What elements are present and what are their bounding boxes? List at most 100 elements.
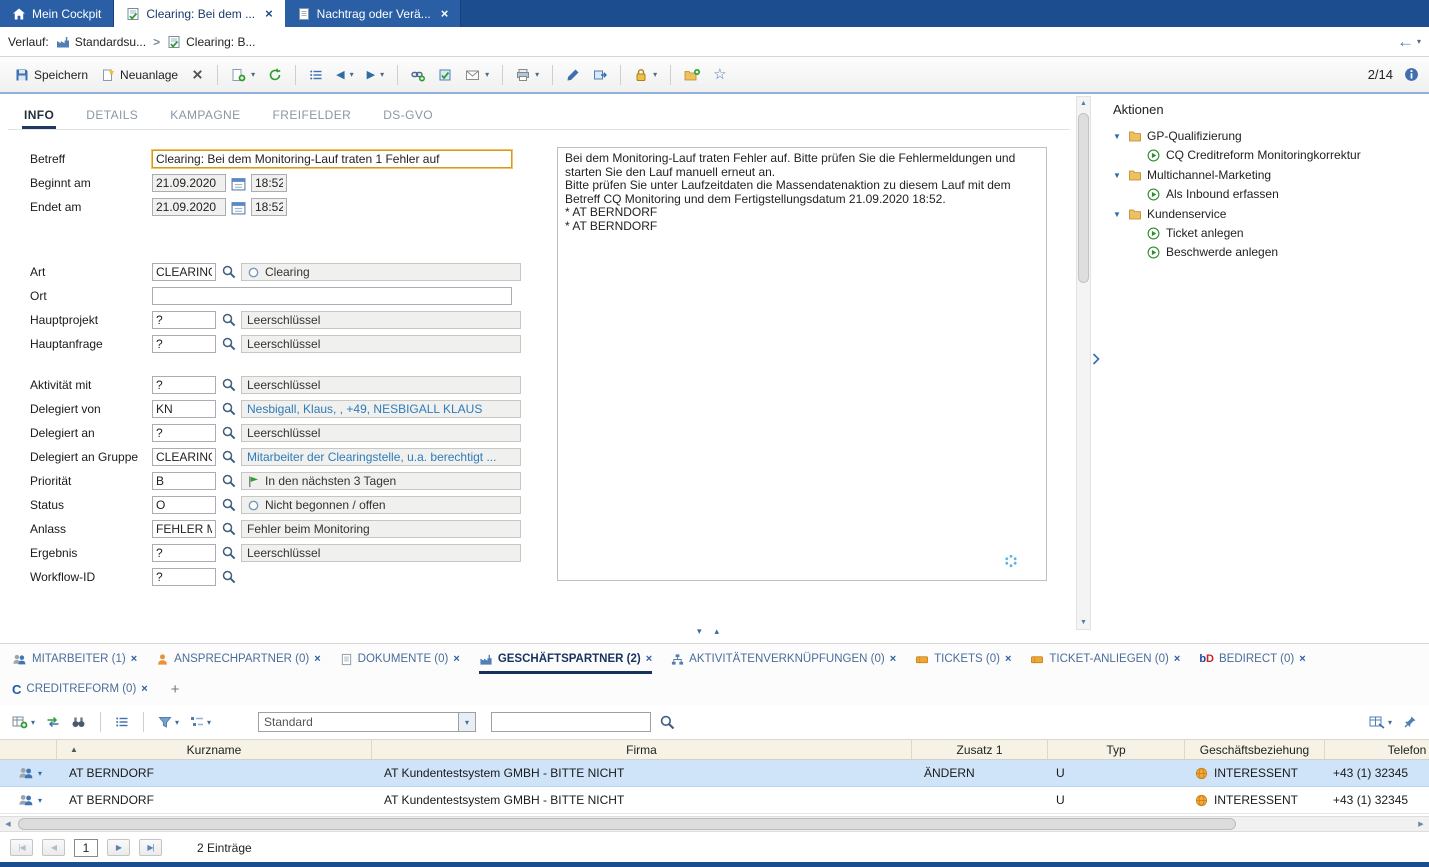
prev-page-button[interactable]: ◀	[42, 839, 65, 856]
grid-add-record-button[interactable]: ▾	[10, 713, 37, 731]
prioritaet-code-input[interactable]	[152, 472, 216, 490]
refresh-button[interactable]	[263, 65, 287, 85]
magnifier-icon[interactable]	[222, 546, 236, 560]
action-item-beschwerde-anlegen[interactable]: Beschwerde anlegen	[1147, 245, 1429, 259]
start-time-input[interactable]	[251, 174, 287, 192]
panel-expander[interactable]	[1092, 351, 1100, 366]
info-button[interactable]	[1404, 67, 1419, 82]
start-date-input[interactable]	[152, 174, 226, 192]
tab-details[interactable]: DETAILS	[84, 106, 140, 129]
page-number-input[interactable]: 1	[74, 839, 98, 857]
action-group-kundenservice[interactable]: ▼ Kundenservice	[1113, 207, 1429, 221]
tab-tickets[interactable]: TICKETS (0) ×	[915, 644, 1011, 674]
magnifier-icon[interactable]	[222, 313, 236, 327]
magnifier-icon[interactable]	[222, 378, 236, 392]
close-tab-icon[interactable]: ×	[131, 653, 137, 665]
select-dropdown-button[interactable]: ▾	[458, 713, 475, 731]
note-check-button[interactable]	[433, 65, 457, 85]
ort-input[interactable]	[152, 287, 512, 305]
row-type-cell[interactable]: ▾	[0, 787, 57, 813]
action-group-multichannel[interactable]: ▼ Multichannel-Marketing	[1113, 168, 1429, 182]
scroll-down-icon[interactable]: ▼	[1077, 619, 1090, 626]
collapse-up-icon[interactable]: ▴	[715, 626, 720, 637]
scrollbar-thumb[interactable]	[18, 818, 1236, 830]
grid-grouping-button[interactable]: ▾	[188, 713, 213, 731]
grid-assign-button[interactable]	[44, 713, 62, 731]
column-header-geschaeftsbeziehung[interactable]: Geschäftsbeziehung	[1185, 740, 1325, 759]
column-header-zusatz1[interactable]: Zusatz 1	[912, 740, 1048, 759]
action-item-ticket-anlegen[interactable]: Ticket anlegen	[1147, 226, 1429, 240]
hauptanfrage-code-input[interactable]	[152, 335, 216, 353]
tab-dokumente[interactable]: DOKUMENTE (0) ×	[340, 644, 460, 674]
tab-freifelder[interactable]: FREIFELDER	[271, 106, 354, 129]
close-tab-icon[interactable]: ×	[890, 653, 896, 665]
history-item-clearing[interactable]: Clearing: B...	[167, 35, 255, 49]
grid-export-button[interactable]: ▾	[1367, 713, 1394, 731]
close-tab-icon[interactable]: ×	[1005, 653, 1011, 665]
close-tab-icon[interactable]: ×	[646, 653, 652, 665]
list-view-button[interactable]	[304, 65, 328, 85]
magnifier-icon[interactable]	[222, 474, 236, 488]
magnifier-icon[interactable]	[222, 402, 236, 416]
calendar-icon[interactable]	[231, 200, 246, 215]
art-code-input[interactable]	[152, 263, 216, 281]
scroll-left-icon[interactable]: ◀	[0, 817, 16, 831]
anlass-code-input[interactable]	[152, 520, 216, 538]
previous-record-button[interactable]: ◀ ▾	[331, 65, 358, 84]
workflow-id-code-input[interactable]	[152, 568, 216, 586]
tab-kampagne[interactable]: KAMPAGNE	[168, 106, 242, 129]
betreff-input[interactable]	[152, 150, 512, 168]
magnifier-icon[interactable]	[222, 265, 236, 279]
table-row[interactable]: ▾ AT BERNDORF AT Kundentestsystem GMBH -…	[0, 787, 1429, 814]
add-link-button[interactable]	[406, 65, 430, 85]
tab-geschaeftspartner[interactable]: GESCHÄFTSPARTNER (2) ×	[479, 644, 652, 674]
column-header-firma[interactable]: Firma	[372, 740, 912, 759]
delegiert-an-code-input[interactable]	[152, 424, 216, 442]
grid-list-view-button[interactable]	[113, 713, 131, 731]
collapse-down-icon[interactable]: ▾	[697, 626, 702, 637]
email-button[interactable]: ▾	[460, 65, 494, 85]
export-button[interactable]	[588, 65, 612, 85]
grid-search-input[interactable]	[491, 712, 651, 732]
tab-dsgvo[interactable]: DS-GVO	[381, 106, 435, 129]
action-item-cq-creditreform[interactable]: CQ Creditreform Monitoringkorrektur	[1147, 148, 1429, 162]
add-record-button[interactable]: ▾	[226, 65, 260, 85]
last-page-button[interactable]: ▶|	[139, 839, 162, 856]
collapse-triangle-icon[interactable]: ▼	[1113, 132, 1123, 141]
window-tab-nachtrag[interactable]: Nachtrag oder Verä... ×	[285, 0, 462, 27]
collapse-triangle-icon[interactable]: ▼	[1113, 171, 1123, 180]
delegiert-an-gruppe-code-input[interactable]	[152, 448, 216, 466]
sign-button[interactable]	[561, 65, 585, 85]
tab-aktivitaetenverknuepfungen[interactable]: AKTIVITÄTENVERKNÜPFUNGEN (0) ×	[671, 644, 896, 674]
action-item-als-inbound[interactable]: Als Inbound erfassen	[1147, 187, 1429, 201]
tab-ticket-anliegen[interactable]: TICKET-ANLIEGEN (0) ×	[1030, 644, 1180, 674]
scrollbar-thumb[interactable]	[1078, 113, 1089, 283]
close-tab-icon[interactable]: ×	[141, 683, 147, 695]
grid-filter-button[interactable]: ▾	[156, 713, 181, 731]
delegiert-an-gruppe-link[interactable]: Mitarbeiter der Clearingstelle, u.a. ber…	[241, 448, 521, 466]
permissions-button[interactable]: ▾	[629, 65, 662, 85]
end-date-input[interactable]	[152, 198, 226, 216]
hauptprojekt-code-input[interactable]	[152, 311, 216, 329]
window-tab-clearing[interactable]: Clearing: Bei dem ... ×	[114, 0, 284, 27]
magnifier-icon[interactable]	[222, 426, 236, 440]
window-tab-cockpit[interactable]: Mein Cockpit	[0, 0, 114, 27]
tab-creditreform[interactable]: C CREDITREFORM (0) ×	[12, 674, 148, 704]
scroll-up-icon[interactable]: ▲	[1077, 100, 1090, 107]
notes-field[interactable]: Bei dem Monitoring-Lauf traten Fehler au…	[557, 147, 1047, 581]
delete-button[interactable]	[186, 65, 209, 84]
end-time-input[interactable]	[251, 198, 287, 216]
magnifier-icon[interactable]	[222, 498, 236, 512]
next-record-button[interactable]: ▶ ▾	[362, 65, 389, 84]
tab-info[interactable]: INFO	[22, 106, 56, 129]
tab-bedirect[interactable]: bD BEDIRECT (0) ×	[1199, 644, 1305, 674]
add-dossier-button[interactable]	[679, 65, 705, 85]
calendar-icon[interactable]	[231, 176, 246, 191]
tab-mitarbeiter[interactable]: MITARBEITER (1) ×	[12, 644, 137, 674]
collapse-triangle-icon[interactable]: ▼	[1113, 210, 1123, 219]
grid-search-button[interactable]	[69, 713, 88, 731]
column-header-telefon[interactable]: Telefon	[1325, 740, 1429, 759]
aktivitaet-mit-code-input[interactable]	[152, 376, 216, 394]
magnifier-icon[interactable]	[222, 337, 236, 351]
row-menu-column-header[interactable]	[0, 740, 57, 759]
